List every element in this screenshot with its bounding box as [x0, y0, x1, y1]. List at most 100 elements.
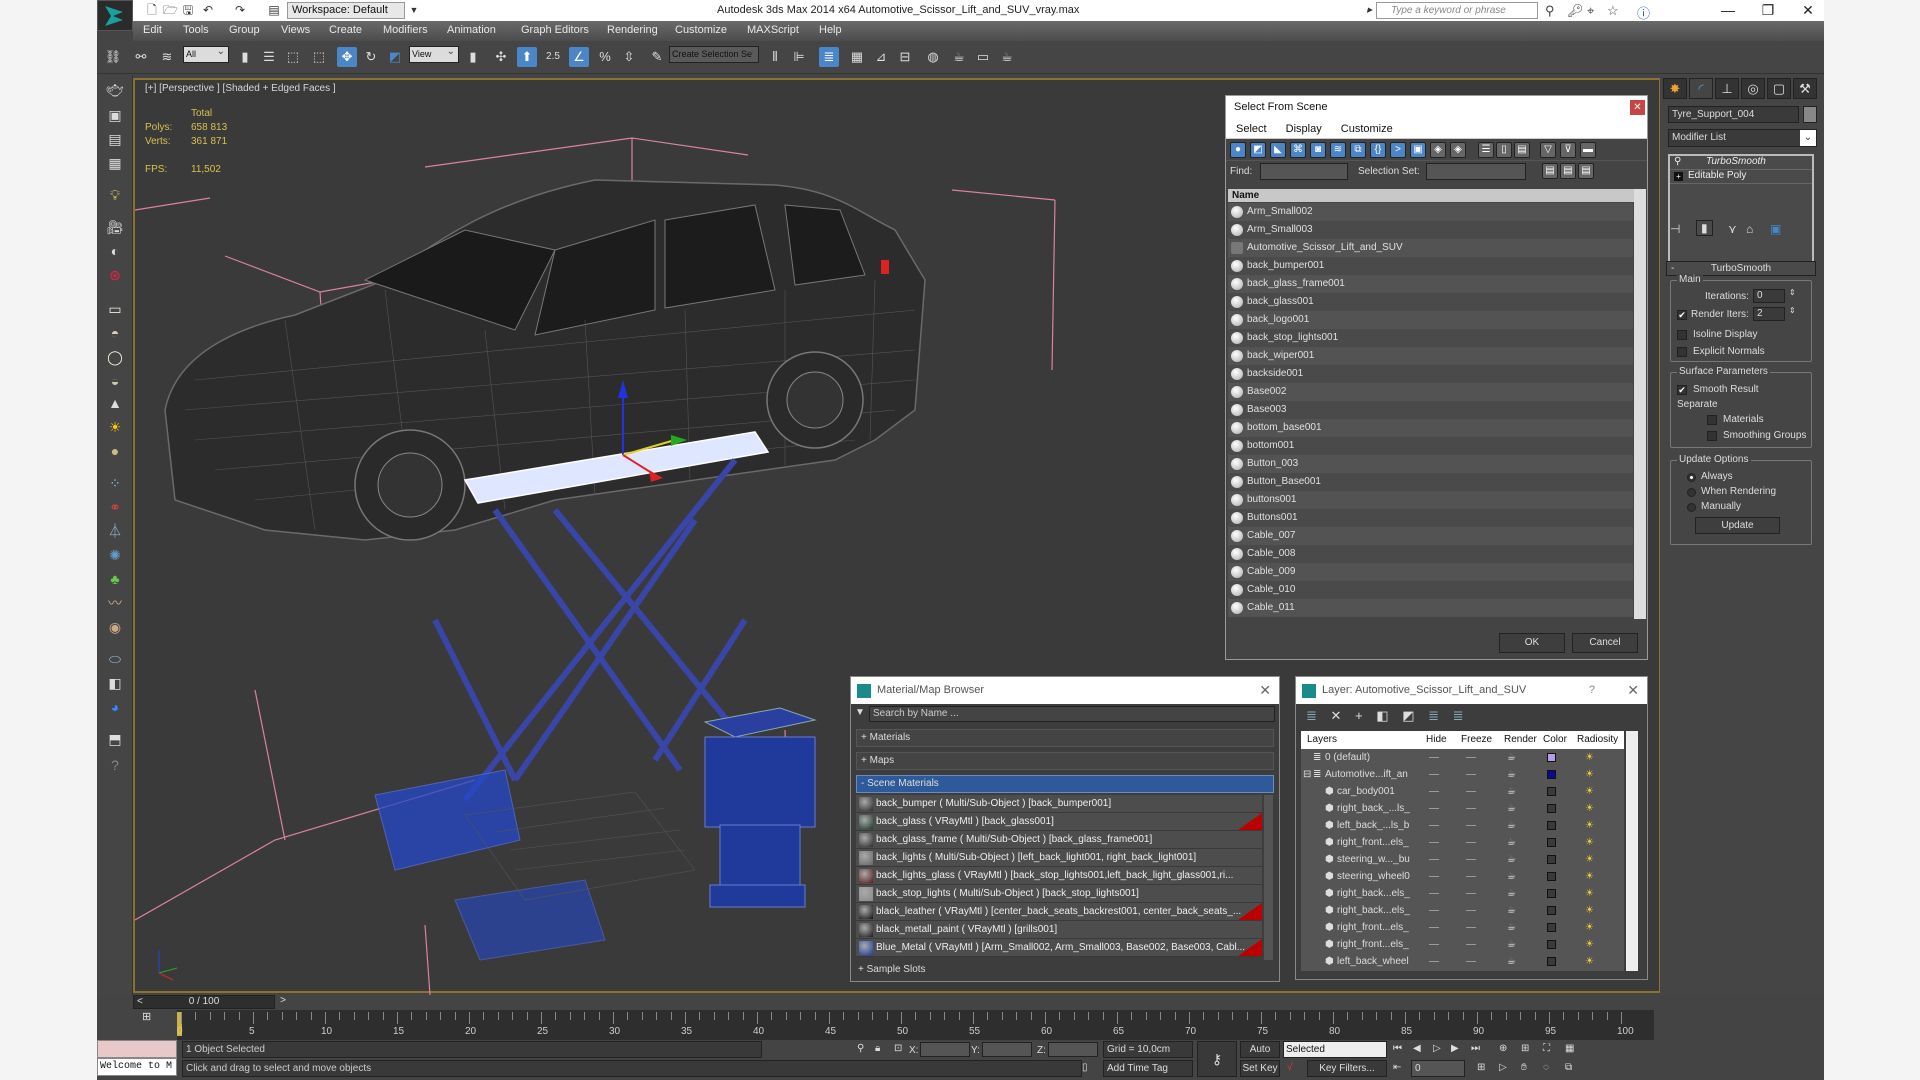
radiosity-icon[interactable]: ☀: [1585, 922, 1597, 934]
scene-object-row[interactable]: back_glass_frame001: [1228, 275, 1633, 293]
update-button[interactable]: Update: [1695, 517, 1780, 534]
col-layers[interactable]: Layers: [1307, 731, 1337, 749]
rendered-frame-window-icon[interactable]: ▭: [973, 47, 993, 67]
materials-section[interactable]: + Materials: [856, 729, 1274, 747]
filter-groups-icon[interactable]: ⧉: [1350, 142, 1366, 158]
hide-toggle[interactable]: [1429, 791, 1439, 792]
key-mode-dropdown[interactable]: Selected: [1283, 1041, 1387, 1058]
render-setup-icon[interactable]: ☕︎: [949, 47, 969, 67]
mirror-icon[interactable]: ⫴: [765, 47, 785, 67]
hide-toggle[interactable]: [1429, 859, 1439, 860]
render-teapot-icon[interactable]: ☕︎: [1507, 783, 1516, 800]
selection-region-icon[interactable]: ◕: [105, 697, 125, 717]
show-end-result-icon[interactable]: ▮: [1696, 220, 1713, 236]
scene-object-row[interactable]: back_stop_lights001: [1228, 329, 1633, 347]
menu-edit[interactable]: Edit: [143, 24, 162, 36]
grass-icon[interactable]: ♣: [105, 569, 125, 589]
freeze-toggle[interactable]: [1466, 842, 1476, 843]
material-row[interactable]: black_leather ( VRayMtl ) [center_back_s…: [856, 903, 1262, 921]
render-teapot-icon[interactable]: ☕︎: [1507, 902, 1516, 919]
iterations-spinner[interactable]: 0: [1753, 289, 1785, 303]
render-teapot-icon[interactable]: ☕︎: [1507, 885, 1516, 902]
cone-icon[interactable]: ▲: [105, 393, 125, 413]
redo-icon[interactable]: ↷: [233, 3, 247, 17]
motion-tab-icon[interactable]: ◎: [1741, 78, 1765, 99]
layer-color-swatch[interactable]: [1547, 821, 1556, 830]
menu-views[interactable]: Views: [281, 24, 310, 36]
menu-maxscript[interactable]: MAXScript: [747, 24, 799, 36]
freeze-toggle[interactable]: [1466, 944, 1476, 945]
zoom-icon[interactable]: ⊕: [1499, 1043, 1507, 1054]
new-layer-icon[interactable]: ≣: [1306, 708, 1317, 723]
close-button[interactable]: ✕: [1788, 1, 1828, 20]
radiosity-icon[interactable]: ☀: [1585, 871, 1597, 883]
set-key-icon[interactable]: ⚷: [1197, 1041, 1237, 1077]
col-hide[interactable]: Hide: [1426, 731, 1447, 749]
filter-funnel-icon[interactable]: ▽: [1540, 142, 1556, 158]
select-scale-icon[interactable]: ◩: [385, 47, 405, 67]
binoculars-icon[interactable]: ⚲: [1545, 3, 1555, 19]
maxscript-mini-listener-pink[interactable]: [97, 1040, 177, 1058]
material-row[interactable]: back_bumper ( Multi/Sub-Object ) [back_b…: [856, 795, 1262, 813]
physical-camera-icon[interactable]: ⊛: [105, 265, 125, 285]
minimize-button[interactable]: —: [1708, 1, 1748, 20]
menu-animation[interactable]: Animation: [447, 24, 496, 36]
close-dialog-button[interactable]: ✕: [1630, 100, 1645, 115]
tripod-icon[interactable]: ⏃: [105, 521, 125, 541]
absolute-mode-icon[interactable]: ⊡: [894, 1043, 902, 1054]
scene-object-row[interactable]: Cable_009: [1228, 563, 1633, 581]
menu-display[interactable]: Display: [1286, 123, 1322, 135]
layer-color-swatch[interactable]: [1547, 940, 1556, 949]
update-when-rendering-radio[interactable]: [1687, 488, 1696, 497]
radiosity-icon[interactable]: ☀: [1585, 888, 1597, 900]
menu-rendering[interactable]: Rendering: [607, 24, 658, 36]
undo-icon[interactable]: ↶: [201, 3, 215, 17]
filter-geometry-icon[interactable]: ●: [1230, 142, 1246, 158]
radiosity-icon[interactable]: ☀: [1585, 837, 1597, 849]
layer-color-swatch[interactable]: [1547, 787, 1556, 796]
scene-object-row[interactable]: Cable_007: [1228, 527, 1633, 545]
hide-toggle[interactable]: [1429, 961, 1439, 962]
scene-object-row[interactable]: Cable_010: [1228, 581, 1633, 599]
named-selection-dropdown[interactable]: Create Selection Se: [669, 44, 759, 63]
freeze-toggle[interactable]: [1466, 927, 1476, 928]
render-teapot-icon[interactable]: ☕︎: [1507, 817, 1516, 834]
col-render[interactable]: Render: [1504, 731, 1537, 749]
layer-object-row[interactable]: ⬢ right_front...els_ ☕︎ ☀: [1301, 919, 1624, 936]
expand-icon[interactable]: +: [1674, 172, 1683, 181]
scene-object-row[interactable]: Cable_011: [1228, 599, 1633, 617]
layer-row[interactable]: ≣ 0 (default) ☕︎ ☀: [1301, 749, 1624, 766]
scene-explorer-icon[interactable]: ▦: [847, 47, 867, 67]
select-by-name-icon[interactable]: ☰: [259, 47, 279, 67]
teapot-grid-icon[interactable]: ◒: [105, 371, 125, 391]
menu-group[interactable]: Group: [229, 24, 260, 36]
list-icon[interactable]: ▤: [105, 129, 125, 149]
freeze-toggle[interactable]: [1466, 910, 1476, 911]
layer-color-swatch[interactable]: [1547, 957, 1556, 966]
scene-object-row[interactable]: Arm_Small002: [1228, 203, 1633, 221]
spinner-arrows-icon[interactable]: ⇕: [1789, 306, 1796, 315]
scene-object-row[interactable]: bottom001: [1228, 437, 1633, 455]
time-slider[interactable]: < 0 / 100: [133, 995, 275, 1009]
key-icon[interactable]: 🔑︎: [1567, 3, 1584, 19]
prev-frame-icon[interactable]: <: [137, 996, 143, 1008]
select-none-icon[interactable]: ▯: [1496, 142, 1512, 158]
window-crossing-icon[interactable]: ⬚: [309, 47, 329, 67]
molecule-icon[interactable]: ⚭: [105, 497, 125, 517]
separate-smoothing-groups-checkbox[interactable]: [1707, 431, 1717, 441]
favorites-star-icon[interactable]: ☆: [1607, 3, 1619, 19]
radiosity-icon[interactable]: ☀: [1585, 803, 1597, 815]
render-iters-checkbox[interactable]: ✔: [1677, 310, 1687, 320]
next-frame-icon[interactable]: ▶︎: [1451, 1043, 1459, 1054]
explicit-normals-checkbox[interactable]: [1677, 347, 1687, 357]
sun-icon[interactable]: ☀: [105, 417, 125, 437]
go-to-start-icon[interactable]: ⏮: [1393, 1043, 1402, 1054]
default-in-out-tangents-icon[interactable]: √: [1287, 1062, 1293, 1073]
advanced-filter-icon[interactable]: ⊽: [1560, 142, 1576, 158]
x-coord-field[interactable]: [920, 1042, 970, 1057]
scene-object-row[interactable]: backside001: [1228, 365, 1633, 383]
render-teapot-icon[interactable]: ☕︎: [1507, 800, 1516, 817]
new-file-icon[interactable]: 🗋: [145, 3, 159, 17]
filter-bones-icon[interactable]: >: [1390, 142, 1406, 158]
pan-view-icon[interactable]: ✋︎: [1521, 1062, 1527, 1073]
